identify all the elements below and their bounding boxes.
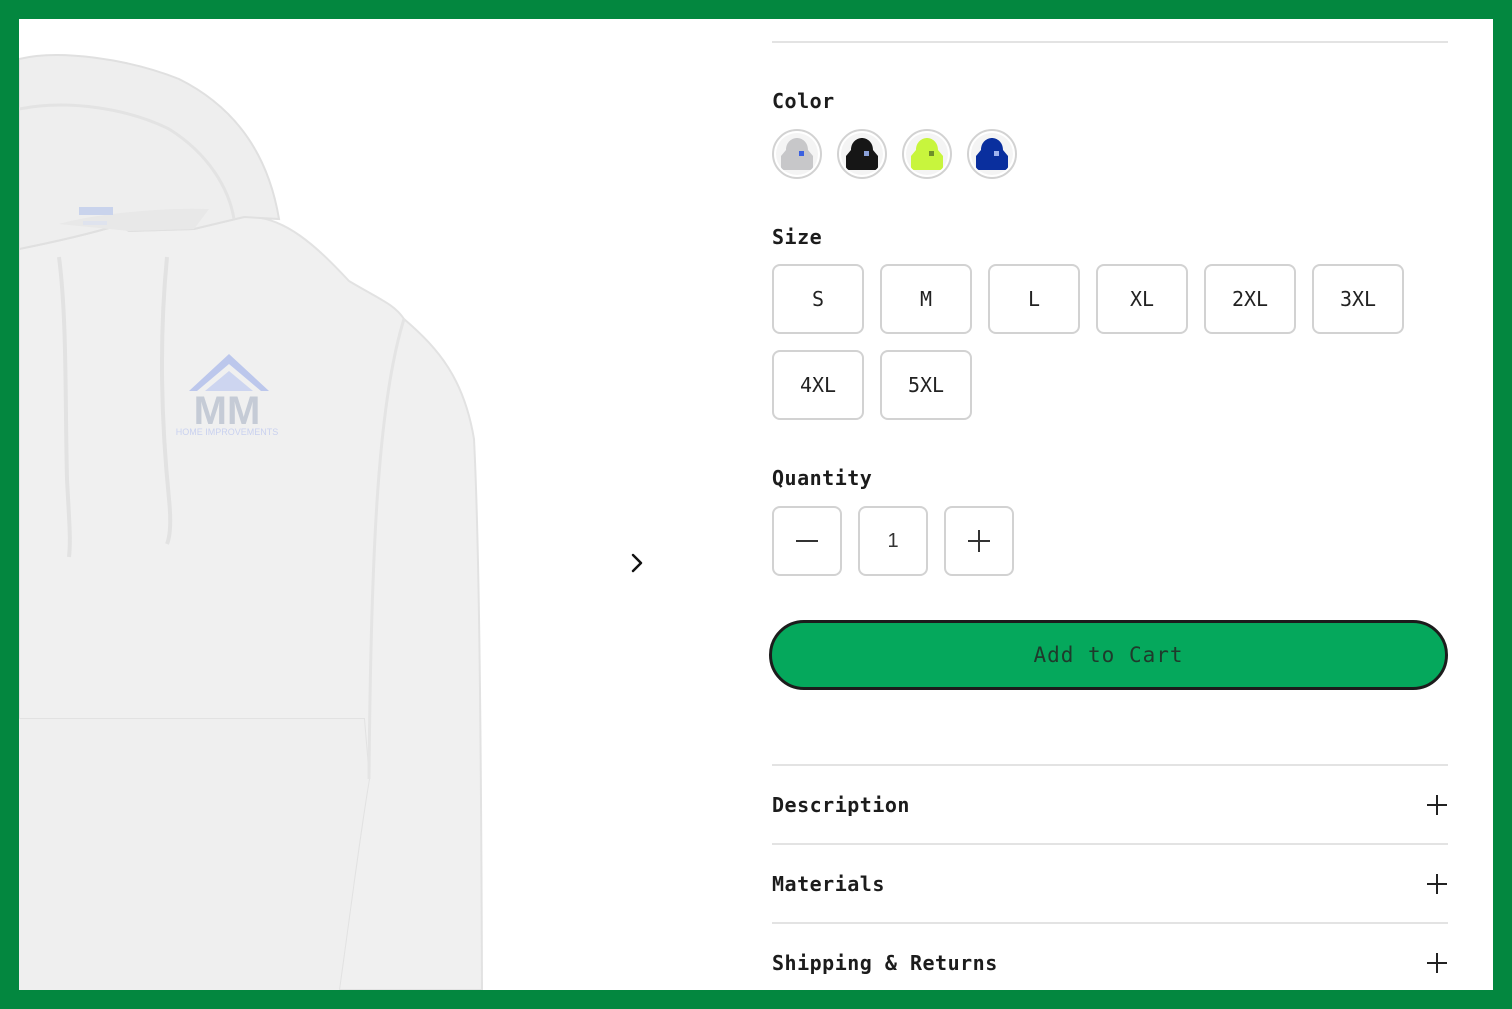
quantity-input[interactable]: 1 (858, 506, 928, 576)
page-frame: MM HOME IMPROVEMENTS Color Size S M L XL… (19, 19, 1493, 990)
color-swatch-royal-blue[interactable] (967, 129, 1017, 179)
swatch-image (776, 133, 818, 175)
size-options: S M L XL 2XL 3XL 4XL 5XL (772, 264, 1432, 420)
product-options-panel: Color Size S M L XL 2XL 3XL 4XL 5XL Quan… (769, 19, 1448, 990)
color-swatch-black[interactable] (837, 129, 887, 179)
next-image-button[interactable] (623, 549, 651, 577)
minus-icon (796, 540, 818, 542)
swatch-image (906, 133, 948, 175)
add-to-cart-button[interactable]: Add to Cart (769, 620, 1448, 690)
swatch-image (971, 133, 1013, 175)
product-image-gallery: MM HOME IMPROVEMENTS (19, 19, 699, 990)
swatch-image (841, 133, 883, 175)
accordion-title: Materials (772, 871, 885, 896)
product-info-accordion: Description Materials Shipping & Returns (772, 764, 1448, 990)
color-swatches (772, 129, 1017, 179)
plus-icon (1427, 873, 1447, 894)
color-swatch-safety-green[interactable] (902, 129, 952, 179)
svg-text:HOME IMPROVEMENTS: HOME IMPROVEMENTS (176, 427, 279, 437)
color-label: Color (772, 89, 835, 113)
size-option-5xl[interactable]: 5XL (880, 350, 972, 420)
color-swatch-grey[interactable] (772, 129, 822, 179)
accordion-title: Description (772, 792, 910, 817)
divider (772, 41, 1448, 43)
size-option-2xl[interactable]: 2XL (1204, 264, 1296, 334)
accordion-shipping-returns[interactable]: Shipping & Returns (772, 922, 1448, 990)
plus-icon (1427, 952, 1447, 973)
quantity-stepper: 1 (772, 506, 1014, 576)
size-option-xl[interactable]: XL (1096, 264, 1188, 334)
size-option-m[interactable]: M (880, 264, 972, 334)
plus-icon (968, 530, 990, 552)
plus-icon (1427, 794, 1447, 815)
product-image-hoodie: MM HOME IMPROVEMENTS (19, 54, 484, 990)
size-label: Size (772, 225, 823, 249)
size-option-3xl[interactable]: 3XL (1312, 264, 1404, 334)
quantity-label: Quantity (772, 466, 873, 490)
quantity-increment-button[interactable] (944, 506, 1014, 576)
accordion-description[interactable]: Description (772, 764, 1448, 843)
accordion-materials[interactable]: Materials (772, 843, 1448, 922)
quantity-decrement-button[interactable] (772, 506, 842, 576)
size-option-4xl[interactable]: 4XL (772, 350, 864, 420)
size-option-l[interactable]: L (988, 264, 1080, 334)
accordion-title: Shipping & Returns (772, 950, 998, 975)
size-option-s[interactable]: S (772, 264, 864, 334)
chevron-right-icon (631, 553, 643, 573)
